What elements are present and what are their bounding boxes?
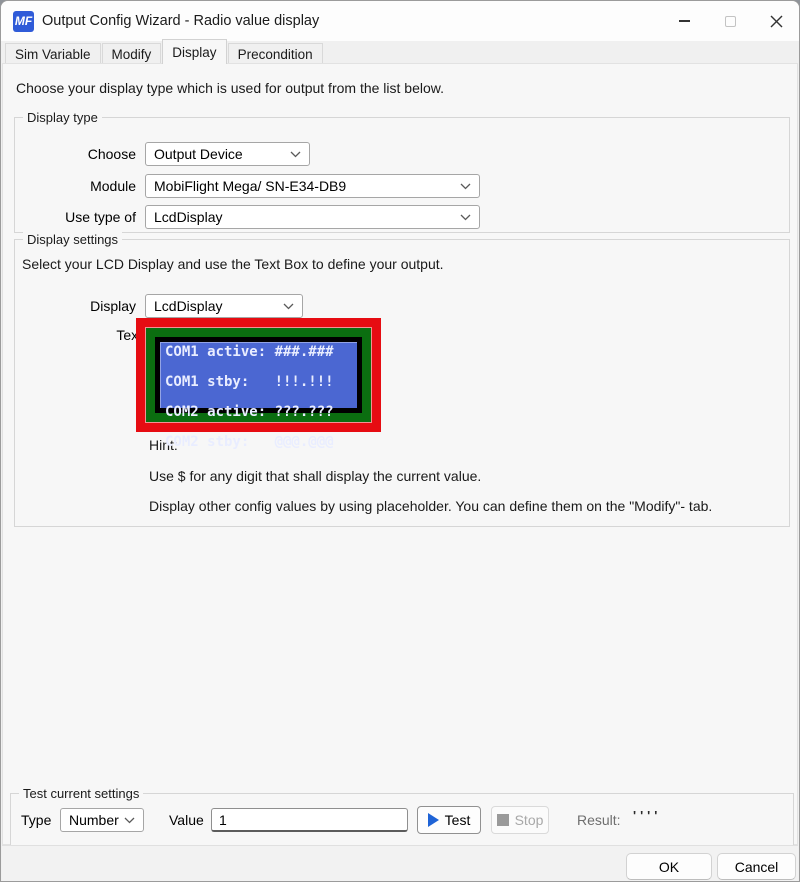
test-type-value: Number: [69, 812, 119, 828]
test-button-label: Test: [445, 812, 471, 828]
ok-button-label: OK: [659, 859, 679, 875]
value-input[interactable]: [211, 808, 408, 832]
test-type-dropdown[interactable]: Number: [60, 808, 144, 832]
lcd-bezel: COM1 active: ###.### COM1 stby: !!!.!!! …: [146, 328, 371, 422]
test-settings-legend: Test current settings: [19, 786, 143, 801]
footer-bar: OK Cancel: [2, 845, 798, 881]
title-bar[interactable]: MF Output Config Wizard - Radio value di…: [1, 1, 799, 41]
cancel-button[interactable]: Cancel: [717, 853, 796, 880]
chevron-down-icon: [283, 303, 294, 310]
maximize-button: [707, 1, 753, 41]
minimize-button[interactable]: [661, 1, 707, 41]
lcd-line-3: COM2 active: ???.???: [165, 404, 334, 420]
display-type-legend: Display type: [23, 110, 102, 125]
hint-line-1: Use $ for any digit that shall display t…: [149, 468, 481, 484]
close-button[interactable]: [753, 1, 799, 41]
display-type-group: Display type Choose Output Device Module…: [14, 117, 790, 233]
lcd-line-1: COM1 active: ###.###: [165, 344, 334, 360]
tab-strip: Sim Variable Modify Display Precondition: [1, 41, 799, 64]
display-settings-group: Display settings Select your LCD Display…: [14, 239, 790, 527]
chevron-down-icon: [124, 817, 135, 824]
test-button[interactable]: Test: [417, 806, 481, 834]
lcd-preview-image: COM1 active: ###.### COM1 stby: !!!.!!! …: [136, 318, 381, 432]
chevron-down-icon: [290, 151, 301, 158]
window-title: Output Config Wizard - Radio value displ…: [42, 13, 319, 29]
value-label: Value: [169, 812, 204, 828]
module-dropdown[interactable]: MobiFlight Mega/ SN-E34-DB9: [145, 174, 480, 198]
maximize-icon: [725, 16, 736, 27]
cancel-button-label: Cancel: [735, 859, 779, 875]
stop-button: Stop: [491, 806, 549, 834]
use-type-of-label: Use type of: [15, 209, 136, 225]
tab-sim-variable[interactable]: Sim Variable: [5, 43, 101, 64]
output-config-wizard-window: MF Output Config Wizard - Radio value di…: [0, 0, 800, 882]
stop-icon: [497, 814, 509, 826]
use-type-of-value: LcdDisplay: [154, 209, 222, 225]
window-controls: [661, 1, 799, 41]
stop-button-label: Stop: [515, 812, 544, 828]
display-value: LcdDisplay: [154, 298, 222, 314]
intro-text: Choose your display type which is used f…: [16, 80, 444, 96]
test-current-settings-group: Test current settings Type Number Value …: [10, 793, 794, 847]
choose-label: Choose: [15, 146, 136, 162]
tab-precondition[interactable]: Precondition: [228, 43, 323, 64]
play-icon: [428, 813, 439, 827]
lcd-inner-bezel: COM1 active: ###.### COM1 stby: !!!.!!! …: [155, 337, 362, 413]
display-label: Display: [15, 298, 136, 314]
tab-display[interactable]: Display: [162, 39, 226, 64]
minimize-icon: [679, 20, 690, 22]
display-settings-legend: Display settings: [23, 232, 122, 247]
tab-modify[interactable]: Modify: [102, 43, 162, 64]
hint-line-2: Display other config values by using pla…: [149, 498, 712, 514]
chevron-down-icon: [460, 214, 471, 221]
use-type-of-dropdown[interactable]: LcdDisplay: [145, 205, 480, 229]
result-value: '''': [633, 808, 661, 823]
type-label: Type: [21, 812, 51, 828]
display-tab-page: Choose your display type which is used f…: [2, 63, 798, 845]
choose-device-dropdown[interactable]: Output Device: [145, 142, 310, 166]
display-settings-description: Select your LCD Display and use the Text…: [22, 256, 444, 272]
result-label: Result:: [577, 812, 621, 828]
close-icon: [770, 15, 783, 28]
ok-button[interactable]: OK: [626, 853, 712, 880]
display-dropdown[interactable]: LcdDisplay: [145, 294, 303, 318]
mobiflight-logo: MF: [13, 11, 34, 32]
module-label: Module: [15, 178, 136, 194]
lcd-screen: COM1 active: ###.### COM1 stby: !!!.!!! …: [160, 342, 357, 408]
choose-device-value: Output Device: [154, 146, 243, 162]
lcd-line-4: COM2 stby: @@@.@@@: [165, 434, 334, 450]
module-value: MobiFlight Mega/ SN-E34-DB9: [154, 178, 346, 194]
chevron-down-icon: [460, 183, 471, 190]
text-label: Text: [15, 327, 142, 343]
lcd-line-2: COM1 stby: !!!.!!!: [165, 374, 334, 390]
